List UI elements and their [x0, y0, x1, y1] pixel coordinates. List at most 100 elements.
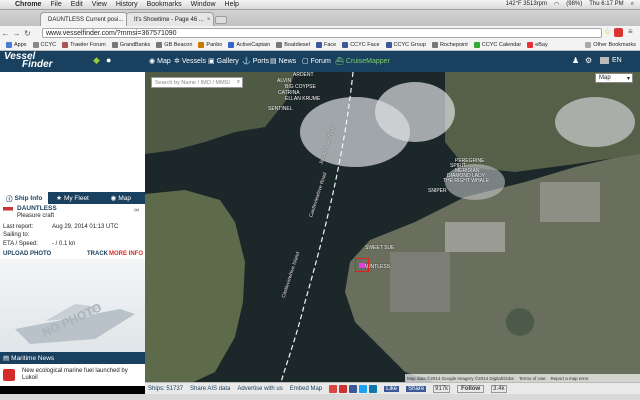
- search-icon[interactable]: ⌕: [237, 79, 240, 86]
- track-link[interactable]: TRACK: [87, 251, 108, 257]
- ship-name: DAUNTLESS: [17, 205, 57, 212]
- bookmark-boatdiesel[interactable]: Boatdiesel: [276, 42, 310, 48]
- twitter-icon[interactable]: [359, 384, 368, 393]
- nav-map[interactable]: ◉ Map: [149, 57, 171, 66]
- address-bar[interactable]: www.vesselfinder.com/?mmsi=367571090: [42, 28, 602, 38]
- menu-history[interactable]: History: [116, 1, 138, 8]
- menu-chrome[interactable]: Chrome: [15, 1, 41, 8]
- facebook-icon[interactable]: [349, 384, 358, 393]
- nav-news[interactable]: ▤ News: [270, 57, 296, 66]
- ship-icon: ⛴: [335, 58, 344, 65]
- news-item[interactable]: New ecological marine fuel launched by L…: [0, 364, 145, 386]
- nav-gallery[interactable]: ▣ Gallery: [208, 57, 239, 66]
- menu-help[interactable]: Help: [225, 1, 239, 8]
- user-icon[interactable]: ♟: [572, 56, 579, 65]
- vesselfinder-logo[interactable]: Vessel Finder: [4, 52, 53, 70]
- bookmark-apps[interactable]: Apps: [6, 42, 27, 48]
- bookmark-panbo[interactable]: Panbo: [198, 42, 222, 48]
- extension-icon[interactable]: [614, 28, 623, 37]
- new-tab-button[interactable]: [215, 16, 227, 24]
- vessel-label[interactable]: ELLAN KRUME: [285, 96, 320, 102]
- star-icon[interactable]: ☆: [604, 27, 611, 36]
- menu-window[interactable]: Window: [191, 1, 216, 8]
- ship-photo-placeholder: NO PHOTO: [0, 259, 145, 352]
- bookmark-ccyc[interactable]: CCYC: [32, 42, 56, 48]
- bookmark-gb-beacon[interactable]: GB Beacon: [156, 42, 192, 48]
- menu-edit[interactable]: Edit: [71, 1, 83, 8]
- menu-view[interactable]: View: [92, 1, 107, 8]
- tab-ship-info[interactable]: ⓘ Ship Info: [0, 192, 49, 204]
- report-error-link[interactable]: Report a map error: [550, 376, 588, 381]
- reload-icon[interactable]: ↻: [22, 29, 33, 38]
- satellite-map[interactable]: ARDENT ALVIN BIG COYPSE CATRINA ELLAN KR…: [145, 72, 640, 386]
- nav-forum[interactable]: ▢ Forum: [302, 57, 331, 66]
- bookmark-rochepoint[interactable]: Rochepoint: [431, 42, 468, 48]
- tab-my-fleet[interactable]: ★ My Fleet: [48, 192, 96, 204]
- gear-icon: ✲: [174, 58, 180, 65]
- lukoil-logo: [3, 369, 15, 381]
- close-icon[interactable]: ×: [207, 17, 211, 23]
- bookmark-ccyc-group[interactable]: CCYC Group: [385, 42, 426, 48]
- camera-icon: ▣: [208, 58, 215, 65]
- nav-ports[interactable]: ⚓ Ports: [242, 57, 269, 66]
- vessel-icon[interactable]: [359, 263, 365, 268]
- forward-icon[interactable]: →: [11, 29, 22, 38]
- share-ais-link[interactable]: Share AIS data: [190, 386, 230, 392]
- apple-app-icon[interactable]: ●: [106, 55, 111, 65]
- map-icon: ◉: [110, 195, 117, 202]
- news-icon: ▤: [270, 58, 277, 65]
- news-headline[interactable]: New ecological marine fuel launched by L…: [22, 368, 140, 382]
- eta-speed-label: ETA / Speed:: [3, 241, 38, 247]
- share-button[interactable]: Share: [406, 385, 427, 392]
- bookmark-face[interactable]: Face: [315, 42, 336, 48]
- menu-bookmarks[interactable]: Bookmarks: [147, 1, 182, 8]
- language-selector[interactable]: EN: [612, 57, 622, 64]
- upload-photo-link[interactable]: UPLOAD PHOTO: [3, 251, 51, 257]
- map-type-select[interactable]: Map ▾: [595, 73, 633, 83]
- vessel-label[interactable]: SWEET SUE: [365, 245, 394, 251]
- vessel-search-input[interactable]: Search by Name / IMO / MMSI ⌕: [151, 77, 243, 88]
- menu-icon[interactable]: ≡: [628, 27, 633, 36]
- bookmark-ccyc-calendar[interactable]: CCYC Calendar: [473, 42, 521, 48]
- follow-count: 3.4k: [491, 384, 507, 393]
- more-info-link[interactable]: MORE INFO: [109, 251, 143, 257]
- clock[interactable]: Thu 6:17 PM: [589, 1, 623, 8]
- advertise-link[interactable]: Advertise with us: [237, 386, 282, 392]
- like-button[interactable]: Like: [384, 385, 400, 392]
- bookmark-activecaptain[interactable]: ActiveCaptain: [228, 42, 270, 48]
- vessel-label[interactable]: SENTINEL: [268, 106, 292, 112]
- system-stats: 142°F 3513rpm: [505, 1, 547, 7]
- bookmark-other[interactable]: Other Bookmarks: [585, 42, 636, 48]
- embed-map-link[interactable]: Embed Map: [290, 386, 322, 392]
- google-plus-icon[interactable]: [329, 384, 338, 393]
- vessel-label[interactable]: ARDENT: [293, 72, 314, 78]
- tab-strip: DAUNTLESS Current posi... × It's Showtim…: [0, 10, 640, 26]
- search-icon[interactable]: ⌕: [631, 1, 634, 8]
- terms-link[interactable]: Terms of Use: [519, 376, 546, 381]
- google-plus-icon[interactable]: [339, 384, 348, 393]
- linkedin-icon[interactable]: [369, 384, 378, 393]
- news-icon: ▤: [3, 355, 10, 362]
- bookmarks-bar: Apps CCYC Trawler Forum GrandBanks GB Be…: [0, 40, 640, 51]
- nav-vessels[interactable]: ✲ Vessels: [174, 57, 206, 66]
- back-icon[interactable]: ←: [0, 29, 11, 38]
- link-icon[interactable]: ∞: [134, 207, 139, 214]
- bookmark-ebay[interactable]: eBay: [527, 42, 548, 48]
- flag-icon: [600, 57, 609, 64]
- bookmark-trawler-forum[interactable]: Trawler Forum: [62, 42, 106, 48]
- follow-button[interactable]: Follow: [457, 384, 485, 393]
- bookmark-grandbanks[interactable]: GrandBanks: [111, 42, 150, 48]
- nav-cruisemapper[interactable]: ⛴ CruiseMapper: [335, 57, 390, 66]
- bookmark-ccyc-face[interactable]: CCYC Face: [342, 42, 380, 48]
- maritime-news-header: ▤ Maritime News: [0, 352, 145, 364]
- settings-icon[interactable]: ⚙: [585, 56, 592, 65]
- wifi-icon[interactable]: ◠: [554, 1, 559, 8]
- android-icon[interactable]: ◆: [93, 55, 100, 66]
- tab-dauntless[interactable]: DAUNTLESS Current posi... ×: [40, 12, 128, 26]
- tab-showtime[interactable]: It's Showtime - Page 46 ... ×: [126, 12, 214, 26]
- tab-map[interactable]: ◉ Map: [97, 192, 145, 204]
- chevron-down-icon: ▾: [626, 75, 630, 82]
- menu-file[interactable]: File: [50, 1, 61, 8]
- vessel-label[interactable]: SNIPER: [428, 188, 447, 194]
- vessel-label[interactable]: THE RIGHT WHALE: [443, 178, 489, 184]
